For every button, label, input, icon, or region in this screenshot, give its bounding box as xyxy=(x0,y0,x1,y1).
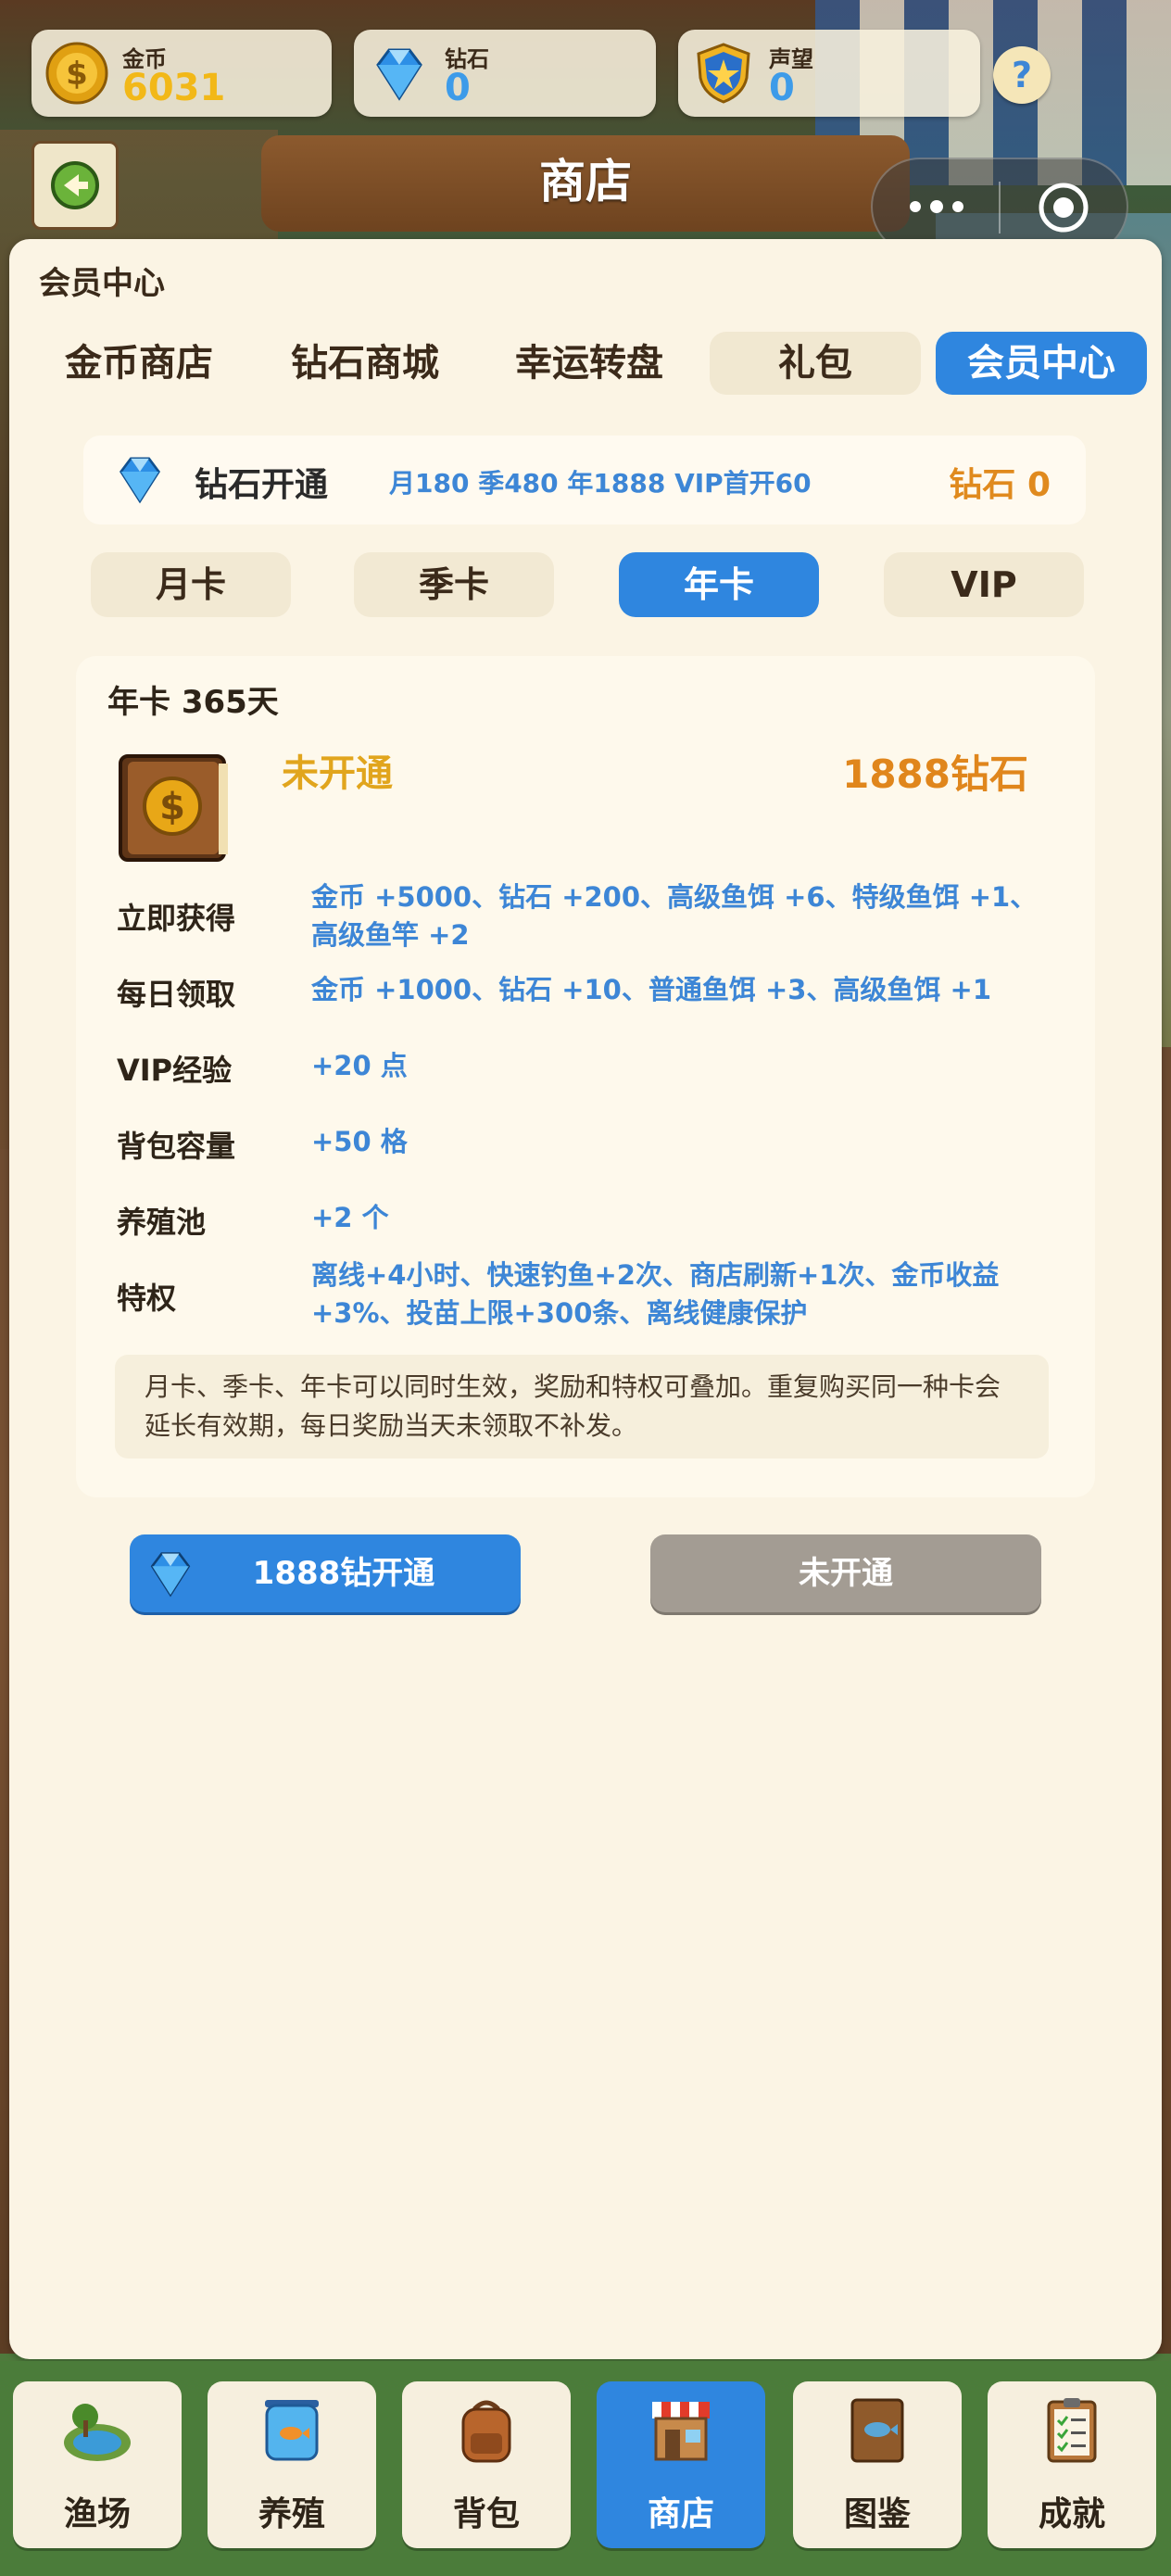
tab-lucky-wheel[interactable]: 幸运转盘 xyxy=(484,332,695,395)
tab-diamond-mall[interactable]: 钻石商城 xyxy=(259,332,471,395)
activation-prices: 月180 季480 年1888 VIP首开60 xyxy=(389,468,812,499)
fishing-pond-icon xyxy=(64,2404,131,2461)
row-label: 立即获得 xyxy=(117,901,236,936)
activation-title: 钻石开通 xyxy=(195,466,329,504)
tab-gift-pack[interactable]: 礼包 xyxy=(710,332,921,395)
svg-text:$: $ xyxy=(159,786,185,828)
buy-button-label: 1888钻开通 xyxy=(252,1555,435,1592)
panel-title: 会员中心 xyxy=(39,265,165,302)
nav-achievements[interactable]: 成就 xyxy=(988,2381,1156,2548)
capsule-divider xyxy=(999,182,1001,234)
close-program-icon[interactable] xyxy=(1036,180,1091,235)
row-label: 特权 xyxy=(117,1281,177,1316)
nav-label: 成就 xyxy=(1038,2495,1105,2533)
row-value: 金币 +5000、钻石 +200、高级鱼饵 +6、特级鱼饵 +1、高级鱼竿 +2 xyxy=(311,881,1038,951)
diamond-icon xyxy=(376,48,422,101)
diamond-activation-bar: 钻石开通 月180 季480 年1888 VIP首开60 钻石 0 xyxy=(83,436,1086,524)
nav-breeding[interactable]: 养殖 xyxy=(208,2381,376,2548)
gold-value: 6031 xyxy=(122,67,226,109)
nav-shop[interactable]: 商店 xyxy=(597,2381,765,2548)
nav-label: 渔场 xyxy=(63,2495,131,2533)
row-value: +50 格 xyxy=(311,1126,408,1157)
nav-encyclopedia[interactable]: 图鉴 xyxy=(793,2381,962,2548)
prestige-value: 0 xyxy=(769,67,795,109)
row-value: 金币 +1000、钻石 +10、普通鱼饵 +3、高级鱼饵 +1 xyxy=(311,974,992,1005)
back-arrow-icon xyxy=(51,161,99,209)
subtab-vip[interactable]: VIP xyxy=(884,552,1084,617)
clipboard-icon xyxy=(1047,2398,1097,2463)
diamond-counter: 钻石 0 xyxy=(354,30,656,117)
row-label: 养殖池 xyxy=(117,1205,207,1240)
subtab-quarterly[interactable]: 季卡 xyxy=(354,552,554,617)
nav-backpack[interactable]: 背包 xyxy=(402,2381,571,2548)
nav-label: 养殖 xyxy=(258,2495,325,2533)
diamond-icon xyxy=(120,457,160,504)
card-title: 年卡 365天 xyxy=(107,684,279,721)
tab-member-center[interactable]: 会员中心 xyxy=(936,332,1147,395)
diamond-value: 0 xyxy=(445,67,471,109)
card-status: 未开通 xyxy=(282,752,393,795)
prestige-counter: 声望 0 xyxy=(678,30,980,117)
tab-gold-shop[interactable]: 金币商店 xyxy=(33,332,245,395)
subtab-monthly[interactable]: 月卡 xyxy=(91,552,291,617)
row-value: +20 点 xyxy=(311,1050,408,1081)
back-button[interactable] xyxy=(31,141,119,230)
fish-book-icon xyxy=(850,2398,904,2463)
nav-label: 商店 xyxy=(647,2495,714,2533)
nav-label: 背包 xyxy=(452,2495,520,2533)
gold-coin-icon: $ xyxy=(45,42,108,105)
subtab-annual[interactable]: 年卡 xyxy=(619,552,819,617)
nav-label: 图鉴 xyxy=(843,2495,911,2533)
row-label: 每日领取 xyxy=(117,977,236,1012)
shop-icon xyxy=(652,2402,710,2461)
fish-tank-icon xyxy=(265,2400,319,2461)
more-options-icon[interactable] xyxy=(904,193,969,221)
row-value: 离线+4小时、快速钓鱼+2次、商店刷新+1次、金币收益+3%、投苗上限+300条… xyxy=(311,1259,1000,1329)
svg-text:$: $ xyxy=(66,56,88,93)
row-label: 背包容量 xyxy=(117,1129,236,1164)
page-title: 商店 xyxy=(539,155,632,208)
help-button[interactable]: ? xyxy=(993,46,1051,104)
row-value: +2 个 xyxy=(311,1202,389,1233)
diamond-balance: 钻石 0 xyxy=(949,466,1051,504)
row-label: VIP经验 xyxy=(117,1053,233,1088)
card-price: 1888钻石 xyxy=(842,751,1028,797)
backpack-icon xyxy=(461,2400,511,2463)
buy-with-diamond-button[interactable]: 1888钻开通 xyxy=(130,1534,521,1612)
shield-star-icon xyxy=(697,43,750,104)
nav-fishing-ground[interactable]: 渔场 xyxy=(13,2381,182,2548)
gold-counter: $ 金币 6031 xyxy=(31,30,332,117)
card-rules-note: 月卡、季卡、年卡可以同时生效，奖励和特权可叠加。重复购买同一种卡会延长有效期，每… xyxy=(115,1355,1049,1458)
membership-status-button[interactable]: 未开通 xyxy=(650,1534,1041,1612)
gold-book-icon: $ xyxy=(119,754,228,862)
